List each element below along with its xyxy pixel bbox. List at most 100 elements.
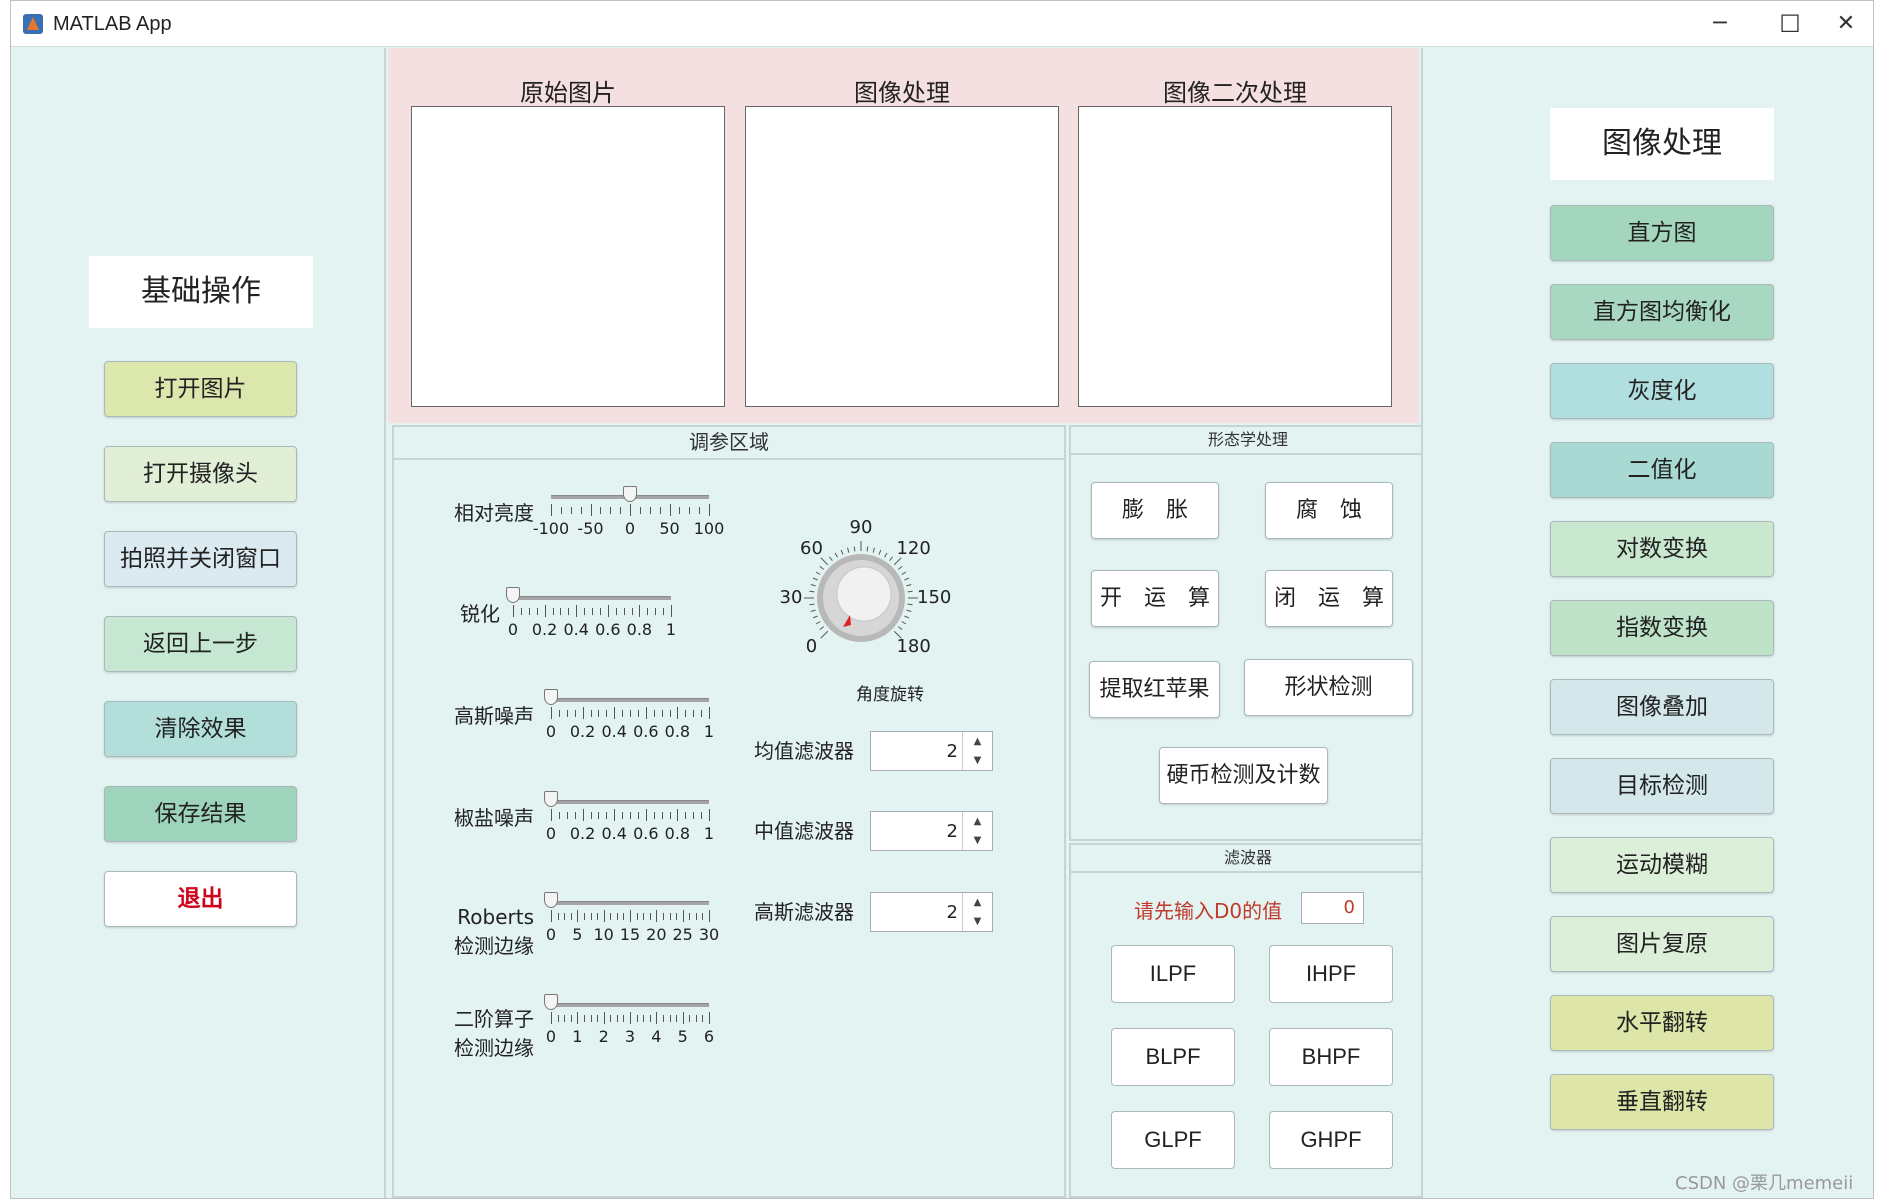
shape-detect-button[interactable]: 形状检测 <box>1244 659 1413 716</box>
angle-knob-label: 角度旋转 <box>856 685 924 705</box>
right-button-3[interactable]: 灰度化 <box>1550 363 1774 419</box>
spinner-arrows[interactable]: ▲ ▼ <box>962 812 992 850</box>
spinner-arrows[interactable]: ▲ ▼ <box>962 732 992 770</box>
left-button-2[interactable]: 打开摄像头 <box>104 446 297 502</box>
slider-tick <box>560 507 562 514</box>
dilate-button[interactable]: 膨 胀 <box>1091 482 1219 539</box>
slider-thumb[interactable] <box>544 892 558 908</box>
slider-tick <box>636 913 638 920</box>
knob-tick-label: 120 <box>896 537 931 559</box>
right-button-7[interactable]: 图像叠加 <box>1550 679 1774 735</box>
left-button-1[interactable]: 打开图片 <box>104 361 297 417</box>
slider-tick <box>709 1012 710 1024</box>
slider-4[interactable]: 0 0.2 0.4 0.6 0.8 1 <box>544 791 714 843</box>
opening-button[interactable]: 开 运 算 <box>1091 570 1219 627</box>
slider-tick <box>520 608 522 615</box>
d0-input[interactable]: 0 <box>1301 892 1364 924</box>
slider-1[interactable]: -100 -50 0 50 100 <box>533 486 724 538</box>
image-processing-header: 图像处理 <box>1550 108 1774 180</box>
blpf-button[interactable]: BLPF <box>1111 1028 1235 1086</box>
slider-tick <box>551 504 552 516</box>
slider-5[interactable]: 0 5 10 15 20 25 30 <box>544 892 719 944</box>
slider-thumb[interactable] <box>544 994 558 1010</box>
slider-thumb[interactable] <box>544 689 558 705</box>
spinner-value: 2 <box>946 821 958 842</box>
slider-thumb[interactable] <box>506 587 520 603</box>
slider-tick <box>689 507 691 514</box>
slider-tick-label: 20 <box>646 925 667 944</box>
slider-tick-label: 0.2 <box>569 722 596 741</box>
slider-tick <box>653 710 655 717</box>
slider-tick <box>528 608 530 615</box>
slider-thumb[interactable] <box>623 486 637 502</box>
slider-tick <box>566 710 568 717</box>
slider-tick <box>606 812 608 819</box>
slider-3[interactable]: 0 0.2 0.4 0.6 0.8 1 <box>544 689 714 741</box>
slider-track <box>513 596 671 600</box>
slider-tick <box>630 710 631 717</box>
filter-spinner-1[interactable]: 2 ▲ ▼ <box>870 731 993 771</box>
right-button-9[interactable]: 运动模糊 <box>1550 837 1774 893</box>
knob-tick <box>904 615 910 619</box>
slider-tick <box>679 507 681 514</box>
spinner-arrows[interactable]: ▲ ▼ <box>962 893 992 931</box>
maximize-button[interactable]: ☐ <box>1767 9 1813 39</box>
right-button-4[interactable]: 二值化 <box>1550 442 1774 498</box>
params-panel: 调参区域 相对亮度 -100 -50 0 50 100 锐化 0 0.2 0.4 0.6 0.8 1 高斯… <box>392 425 1066 1198</box>
slider-tick-label: 0.6 <box>633 824 659 843</box>
right-button-5[interactable]: 对数变换 <box>1550 521 1774 577</box>
right-button-1[interactable]: 直方图 <box>1550 205 1774 261</box>
app-window: MATLAB App ─ ☐ ✕ 基础操作 打开图片 打开摄像头 拍照并关闭窗口 返回… <box>10 0 1874 1199</box>
ghpf-button[interactable]: GHPF <box>1269 1111 1393 1169</box>
slider-tick <box>610 913 612 920</box>
slider-2[interactable]: 0 0.2 0.4 0.6 0.8 1 <box>506 587 676 639</box>
slider-tick <box>669 504 671 516</box>
left-button-6[interactable]: 保存结果 <box>104 786 297 842</box>
left-button-7[interactable]: 退出 <box>104 871 297 927</box>
processed-image-title: 图像处理 <box>854 79 950 107</box>
image-display-area: 原始图片 图像处理 图像二次处理 <box>388 48 1419 423</box>
bhpf-button[interactable]: BHPF <box>1269 1028 1393 1086</box>
slider-tick <box>661 710 663 717</box>
right-button-6[interactable]: 指数变换 <box>1550 600 1774 656</box>
glpf-button[interactable]: GLPF <box>1111 1111 1235 1169</box>
slider-tick <box>564 1015 566 1022</box>
slider-tick-label: 4 <box>651 1027 662 1046</box>
filter-spinner-3[interactable]: 2 ▲ ▼ <box>870 892 993 932</box>
close-button[interactable]: ✕ <box>1823 9 1869 39</box>
slider-6[interactable]: 0123456 <box>544 994 714 1046</box>
ilpf-button[interactable]: ILPF <box>1111 945 1235 1003</box>
filter-spinner-2[interactable]: 2 ▲ ▼ <box>870 811 993 851</box>
knob-tick <box>812 577 818 581</box>
knob-tick <box>815 571 821 575</box>
slider-thumb[interactable] <box>544 791 558 807</box>
slider-label-line1: 高斯噪声 <box>454 704 534 728</box>
right-button-8[interactable]: 目标检测 <box>1550 758 1774 814</box>
left-button-4[interactable]: 返回上一步 <box>104 616 297 672</box>
right-button-11[interactable]: 水平翻转 <box>1550 995 1774 1051</box>
closing-button[interactable]: 闭 运 算 <box>1265 570 1393 627</box>
slider-label-2: 锐化 <box>430 600 500 629</box>
spinner-value: 2 <box>946 741 958 762</box>
knob-tick-label: 180 <box>896 636 931 658</box>
extract-red-apple-button[interactable]: 提取红苹果 <box>1089 661 1220 718</box>
slider-tick-label: -50 <box>577 519 604 538</box>
right-button-12[interactable]: 垂直翻转 <box>1550 1074 1774 1130</box>
knob-tick <box>819 565 825 570</box>
filter-title: 滤波器 <box>1071 845 1425 873</box>
minimize-button[interactable]: ─ <box>1697 9 1743 39</box>
right-button-2[interactable]: 直方图均衡化 <box>1550 284 1774 340</box>
coin-detect-count-button[interactable]: 硬币检测及计数 <box>1159 747 1328 804</box>
ihpf-button[interactable]: IHPF <box>1269 945 1393 1003</box>
processed-image-axes <box>745 106 1059 407</box>
slider-tick <box>614 707 616 719</box>
slider-tick <box>630 910 631 922</box>
title-bar: MATLAB App ─ ☐ ✕ <box>11 1 1873 47</box>
left-button-5[interactable]: 清除效果 <box>104 701 297 757</box>
knob-tick <box>819 626 825 631</box>
slider-tick <box>610 1015 612 1022</box>
slider-tick <box>701 710 703 717</box>
erode-button[interactable]: 腐 蚀 <box>1265 482 1393 539</box>
left-button-3[interactable]: 拍照并关闭窗口 <box>104 531 297 587</box>
right-button-10[interactable]: 图片复原 <box>1550 916 1774 972</box>
